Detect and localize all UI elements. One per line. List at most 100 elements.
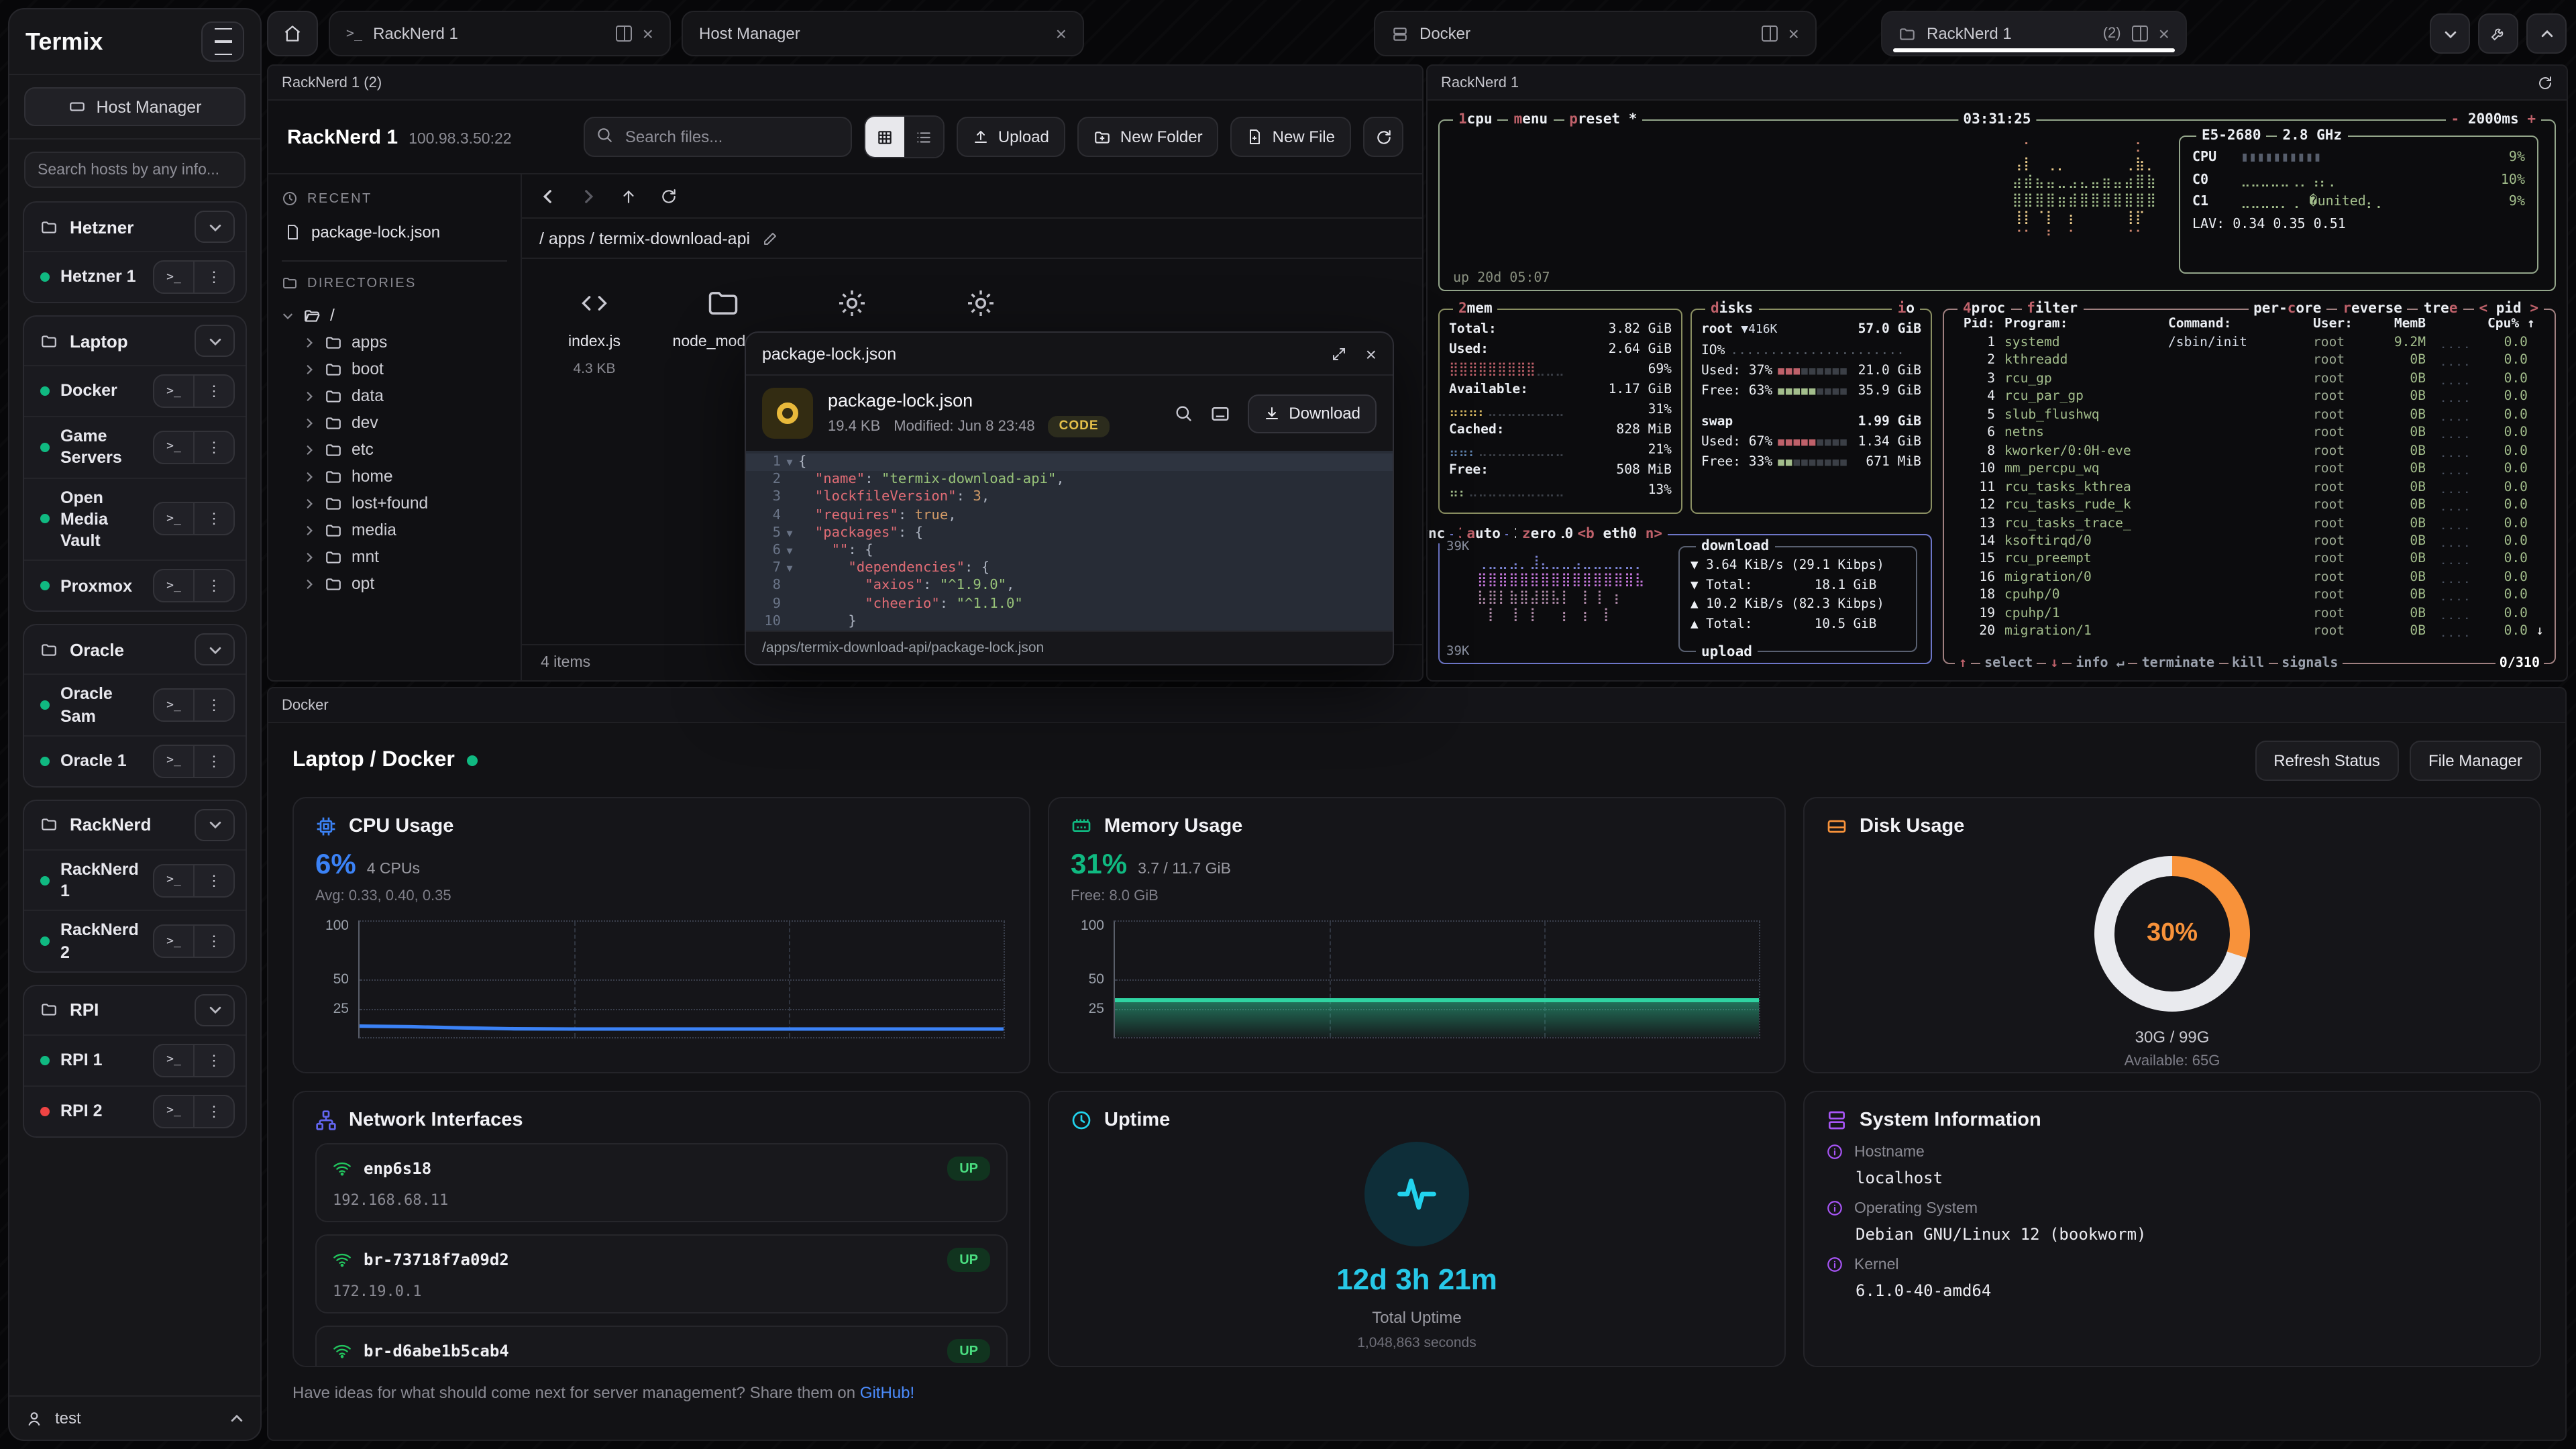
split-icon[interactable] <box>616 25 632 42</box>
kebab-menu-button[interactable]: ⋮ <box>195 926 233 957</box>
sidebar-user[interactable]: test <box>9 1395 260 1440</box>
github-link[interactable]: GitHub! <box>860 1383 914 1402</box>
open-terminal-button[interactable]: >_ <box>154 1045 195 1076</box>
split-icon[interactable] <box>1762 25 1778 42</box>
tree-item-mnt[interactable]: mnt <box>282 543 507 570</box>
kebab-menu-button[interactable]: ⋮ <box>195 1096 233 1127</box>
search-icon[interactable] <box>1173 404 1192 423</box>
open-terminal-button[interactable]: >_ <box>154 376 195 407</box>
up-icon[interactable] <box>620 187 637 205</box>
tree-item-opt[interactable]: opt <box>282 570 507 597</box>
open-terminal-button[interactable]: >_ <box>154 1096 195 1127</box>
refresh-button[interactable] <box>1363 117 1403 157</box>
file-search-input[interactable] <box>584 117 852 157</box>
host-item-rpi-1[interactable]: RPI 1>_⋮ <box>24 1034 246 1085</box>
kebab-menu-button[interactable]: ⋮ <box>195 690 233 720</box>
host-item-racknerd-1[interactable]: RackNerd 1>_⋮ <box>24 849 246 910</box>
open-terminal-button[interactable]: >_ <box>154 926 195 957</box>
kebab-menu-button[interactable]: ⋮ <box>195 376 233 407</box>
host-search-input[interactable] <box>24 152 246 188</box>
host-item-game-servers[interactable]: Game Servers>_⋮ <box>24 416 246 477</box>
close-icon[interactable]: × <box>2159 24 2169 43</box>
file-manager-button[interactable]: File Manager <box>2410 741 2541 781</box>
open-terminal-button[interactable]: >_ <box>154 504 195 535</box>
host-item-docker[interactable]: Docker>_⋮ <box>24 365 246 416</box>
tree-item-apps[interactable]: apps <box>282 329 507 356</box>
tree-item-lost+found[interactable]: lost+found <box>282 490 507 517</box>
open-terminal-button[interactable]: >_ <box>154 746 195 777</box>
home-button[interactable] <box>267 11 318 56</box>
file-tile[interactable] <box>798 280 906 326</box>
host-item-rpi-2[interactable]: RPI 2>_⋮ <box>24 1085 246 1136</box>
tab-docker[interactable]: Docker × <box>1374 11 1817 56</box>
host-group-header[interactable]: RackNerd <box>24 801 246 849</box>
collapse-group-button[interactable] <box>195 325 235 357</box>
collapse-group-button[interactable] <box>195 211 235 243</box>
collapse-button[interactable] <box>2430 13 2470 54</box>
tree-item-boot[interactable]: boot <box>282 356 507 382</box>
host-item-proxmox[interactable]: Proxmox>_⋮ <box>24 560 246 611</box>
close-icon[interactable]: × <box>1788 24 1799 43</box>
upload-button[interactable]: Upload <box>957 117 1065 157</box>
download-button[interactable]: Download <box>1247 394 1377 433</box>
recent-file-item[interactable]: package-lock.json <box>282 217 507 247</box>
split-icon[interactable] <box>2132 25 2148 42</box>
collapse-group-button[interactable] <box>195 994 235 1026</box>
kebab-menu-button[interactable]: ⋮ <box>195 262 233 292</box>
collapse-group-button[interactable] <box>195 809 235 841</box>
kebab-menu-button[interactable]: ⋮ <box>195 432 233 463</box>
host-group-header[interactable]: RPI <box>24 986 246 1034</box>
tree-item-media[interactable]: media <box>282 517 507 543</box>
close-icon[interactable]: × <box>1366 343 1377 364</box>
close-icon[interactable]: × <box>1056 24 1067 43</box>
grid-view-button[interactable] <box>865 117 904 157</box>
tree-item-data[interactable]: data <box>282 382 507 409</box>
host-group-header[interactable]: Laptop <box>24 317 246 365</box>
host-item-open-media-vault[interactable]: Open Media Vault>_⋮ <box>24 477 246 560</box>
host-group-header[interactable]: Oracle <box>24 626 246 674</box>
kebab-menu-button[interactable]: ⋮ <box>195 1045 233 1076</box>
expand-icon[interactable] <box>1331 345 1347 362</box>
new-file-button[interactable]: New File <box>1231 117 1351 157</box>
terminal-screen[interactable]: 1cpumenupreset *03:31:25- 2000ms +⠀⠂⠀⠀⠀⠀… <box>1428 101 2567 680</box>
tab-host-manager[interactable]: Host Manager × <box>682 11 1084 56</box>
host-item-oracle-1[interactable]: Oracle 1>_⋮ <box>24 735 246 786</box>
tree-item-dev[interactable]: dev <box>282 409 507 436</box>
breadcrumb-path[interactable]: / apps / termix-download-api <box>539 229 750 248</box>
kebab-menu-button[interactable]: ⋮ <box>195 571 233 602</box>
tools-button[interactable] <box>2478 13 2518 54</box>
tab-racknerd1-terminal[interactable]: >_ RackNerd 1 × <box>329 11 671 56</box>
host-manager-button[interactable]: Host Manager <box>24 87 246 126</box>
list-view-button[interactable] <box>904 117 943 157</box>
host-item-racknerd-2[interactable]: RackNerd 2>_⋮ <box>24 910 246 971</box>
kebab-menu-button[interactable]: ⋮ <box>195 865 233 896</box>
refresh-status-button[interactable]: Refresh Status <box>2255 741 2399 781</box>
new-folder-button[interactable]: New Folder <box>1077 117 1219 157</box>
tree-item-home[interactable]: home <box>282 463 507 490</box>
open-terminal-button[interactable]: >_ <box>154 571 195 602</box>
tree-root[interactable]: / <box>282 302 507 329</box>
host-item-oracle-sam[interactable]: Oracle Sam>_⋮ <box>24 674 246 735</box>
open-terminal-button[interactable]: >_ <box>154 865 195 896</box>
tree-item-etc[interactable]: etc <box>282 436 507 463</box>
back-icon[interactable] <box>539 187 557 205</box>
file-tile-index.js[interactable]: index.js4.3 KB <box>541 280 648 377</box>
menu-icon[interactable] <box>201 21 244 62</box>
open-terminal-button[interactable]: >_ <box>154 690 195 720</box>
host-group-header[interactable]: Hetzner <box>24 203 246 251</box>
tab-racknerd1-files[interactable]: RackNerd 1 (2) × <box>1881 11 2187 56</box>
close-icon[interactable]: × <box>643 24 653 43</box>
sync-icon[interactable] <box>2537 74 2553 91</box>
open-terminal-button[interactable]: >_ <box>154 262 195 292</box>
expand-button[interactable] <box>2526 13 2567 54</box>
edit-icon[interactable] <box>762 230 778 246</box>
forward-icon[interactable] <box>580 187 597 205</box>
host-item-hetzner-1[interactable]: Hetzner 1>_⋮ <box>24 251 246 302</box>
collapse-group-button[interactable] <box>195 634 235 666</box>
kebab-menu-button[interactable]: ⋮ <box>195 504 233 535</box>
editor-icon[interactable] <box>1210 403 1230 423</box>
refresh-icon[interactable] <box>660 187 678 205</box>
kebab-menu-button[interactable]: ⋮ <box>195 746 233 777</box>
file-tile[interactable] <box>927 280 1034 326</box>
open-terminal-button[interactable]: >_ <box>154 432 195 463</box>
